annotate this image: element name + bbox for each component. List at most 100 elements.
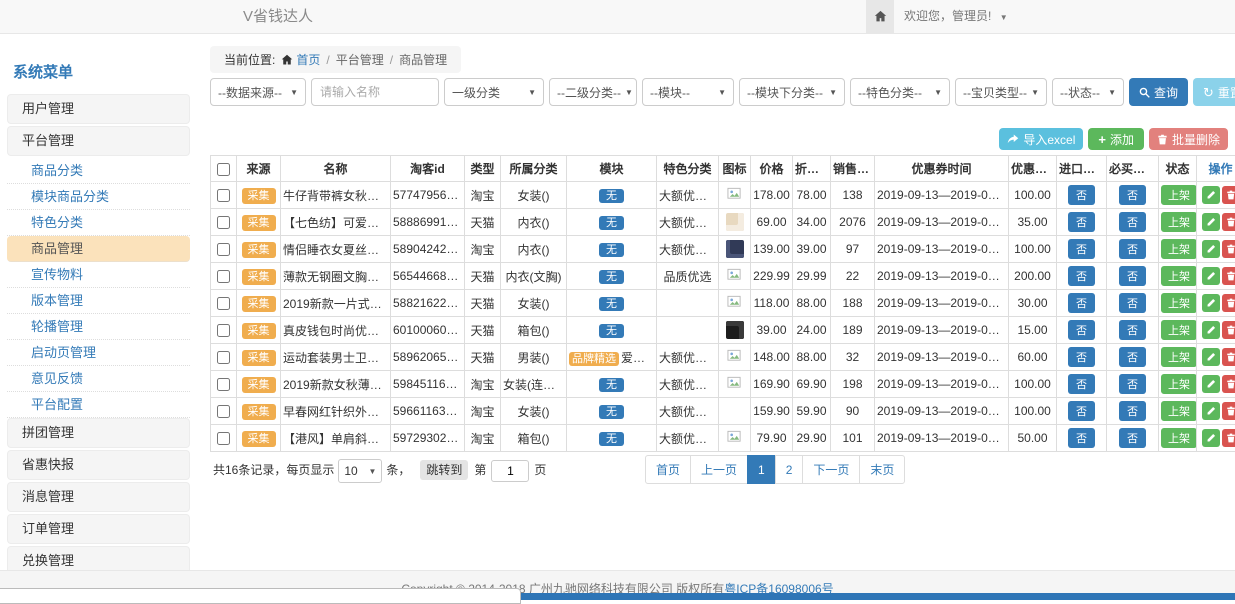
status-button[interactable]: 上架 <box>1161 212 1197 232</box>
import-excel-button[interactable]: 导入excel <box>999 128 1083 150</box>
import-select-toggle[interactable]: 否 <box>1068 185 1095 205</box>
edit-button[interactable] <box>1202 348 1220 366</box>
row-checkbox[interactable] <box>217 378 230 391</box>
pager-button-首页[interactable]: 首页 <box>645 455 691 484</box>
status-button[interactable]: 上架 <box>1161 185 1197 205</box>
delete-button[interactable] <box>1222 321 1235 339</box>
sidebar-group-用户管理[interactable]: 用户管理 <box>7 94 190 124</box>
sidebar-group-消息管理[interactable]: 消息管理 <box>7 482 190 512</box>
sidebar-group-平台管理[interactable]: 平台管理 <box>7 126 190 156</box>
add-button[interactable]: +添加 <box>1088 128 1144 150</box>
status-button[interactable]: 上架 <box>1161 239 1197 259</box>
must-buy-toggle[interactable]: 否 <box>1119 347 1146 367</box>
module-none-badge[interactable]: 无 <box>599 324 624 338</box>
import-select-toggle[interactable]: 否 <box>1068 428 1095 448</box>
batch-delete-button[interactable]: 批量删除 <box>1149 128 1228 150</box>
must-buy-toggle[interactable]: 否 <box>1119 320 1146 340</box>
must-buy-toggle[interactable]: 否 <box>1119 374 1146 394</box>
delete-button[interactable] <box>1222 213 1235 231</box>
import-select-toggle[interactable]: 否 <box>1068 401 1095 421</box>
row-checkbox[interactable] <box>217 324 230 337</box>
pager-button-下一页[interactable]: 下一页 <box>802 455 860 484</box>
row-checkbox[interactable] <box>217 432 230 445</box>
filter-select-特色分类[interactable]: --特色分类--▼ <box>850 78 950 106</box>
filter-select-二级分类[interactable]: --二级分类--▼ <box>549 78 637 106</box>
must-buy-toggle[interactable]: 否 <box>1119 293 1146 313</box>
row-checkbox[interactable] <box>217 216 230 229</box>
delete-button[interactable] <box>1222 186 1235 204</box>
breadcrumb-home-link[interactable]: 首页 <box>296 53 320 67</box>
must-buy-toggle[interactable]: 否 <box>1119 212 1146 232</box>
edit-button[interactable] <box>1202 240 1220 258</box>
user-menu[interactable]: 欢迎您，管理员! ▼ <box>904 0 1008 34</box>
import-select-toggle[interactable]: 否 <box>1068 293 1095 313</box>
name-search-input[interactable] <box>311 78 439 106</box>
filter-select-宝贝类型[interactable]: --宝贝类型--▼ <box>955 78 1047 106</box>
status-button[interactable]: 上架 <box>1161 428 1197 448</box>
import-select-toggle[interactable]: 否 <box>1068 374 1095 394</box>
sidebar-item-版本管理[interactable]: 版本管理 <box>7 288 190 314</box>
pager-button-上一页[interactable]: 上一页 <box>690 455 748 484</box>
filter-select-数据来源[interactable]: --数据来源--▼ <box>210 78 306 106</box>
filter-select-一级分类[interactable]: 一级分类▼ <box>444 78 544 106</box>
row-checkbox[interactable] <box>217 405 230 418</box>
filter-select-状态[interactable]: --状态--▼ <box>1052 78 1124 106</box>
per-page-select[interactable]: 10▼ <box>338 459 382 483</box>
sidebar-group-兑换管理[interactable]: 兑换管理 <box>7 546 190 570</box>
module-none-badge[interactable]: 无 <box>599 189 624 203</box>
import-select-toggle[interactable]: 否 <box>1068 320 1095 340</box>
filter-select-模块下分类[interactable]: --模块下分类--▼ <box>739 78 845 106</box>
must-buy-toggle[interactable]: 否 <box>1119 401 1146 421</box>
reset-button[interactable]: ↻重置 <box>1193 78 1235 106</box>
row-checkbox[interactable] <box>217 297 230 310</box>
delete-button[interactable] <box>1222 429 1235 447</box>
edit-button[interactable] <box>1202 213 1220 231</box>
import-select-toggle[interactable]: 否 <box>1068 239 1095 259</box>
status-button[interactable]: 上架 <box>1161 293 1197 313</box>
edit-button[interactable] <box>1202 402 1220 420</box>
module-none-badge[interactable]: 无 <box>599 297 624 311</box>
delete-button[interactable] <box>1222 375 1235 393</box>
module-none-badge[interactable]: 无 <box>599 378 624 392</box>
delete-button[interactable] <box>1222 402 1235 420</box>
status-button[interactable]: 上架 <box>1161 374 1197 394</box>
row-checkbox[interactable] <box>217 351 230 364</box>
select-all-checkbox[interactable] <box>217 163 230 176</box>
edit-button[interactable] <box>1202 321 1220 339</box>
delete-button[interactable] <box>1222 267 1235 285</box>
home-button[interactable] <box>866 0 894 33</box>
sidebar-item-轮播管理[interactable]: 轮播管理 <box>7 314 190 340</box>
edit-button[interactable] <box>1202 294 1220 312</box>
row-checkbox[interactable] <box>217 189 230 202</box>
must-buy-toggle[interactable]: 否 <box>1119 428 1146 448</box>
search-button[interactable]: 查询 <box>1129 78 1188 106</box>
module-none-badge[interactable]: 无 <box>599 243 624 257</box>
row-checkbox[interactable] <box>217 243 230 256</box>
sidebar-group-拼团管理[interactable]: 拼团管理 <box>7 418 190 448</box>
must-buy-toggle[interactable]: 否 <box>1119 185 1146 205</box>
edit-button[interactable] <box>1202 375 1220 393</box>
delete-button[interactable] <box>1222 294 1235 312</box>
module-none-badge[interactable]: 无 <box>599 432 624 446</box>
module-none-badge[interactable]: 无 <box>599 405 624 419</box>
status-button[interactable]: 上架 <box>1161 320 1197 340</box>
must-buy-toggle[interactable]: 否 <box>1119 266 1146 286</box>
module-none-badge[interactable]: 无 <box>599 216 624 230</box>
module-none-badge[interactable]: 无 <box>599 270 624 284</box>
pager-button-末页[interactable]: 末页 <box>859 455 905 484</box>
module-badge[interactable]: 品牌精选 <box>569 352 619 366</box>
import-select-toggle[interactable]: 否 <box>1068 347 1095 367</box>
must-buy-toggle[interactable]: 否 <box>1119 239 1146 259</box>
jump-button[interactable]: 跳转到 <box>420 460 468 480</box>
sidebar-group-订单管理[interactable]: 订单管理 <box>7 514 190 544</box>
row-checkbox[interactable] <box>217 270 230 283</box>
pager-button-1[interactable]: 1 <box>747 455 776 484</box>
edit-button[interactable] <box>1202 429 1220 447</box>
edit-button[interactable] <box>1202 267 1220 285</box>
import-select-toggle[interactable]: 否 <box>1068 266 1095 286</box>
filter-select-模块[interactable]: --模块--▼ <box>642 78 734 106</box>
pager-button-2[interactable]: 2 <box>775 455 804 484</box>
delete-button[interactable] <box>1222 240 1235 258</box>
delete-button[interactable] <box>1222 348 1235 366</box>
sidebar-item-特色分类[interactable]: 特色分类 <box>7 210 190 236</box>
